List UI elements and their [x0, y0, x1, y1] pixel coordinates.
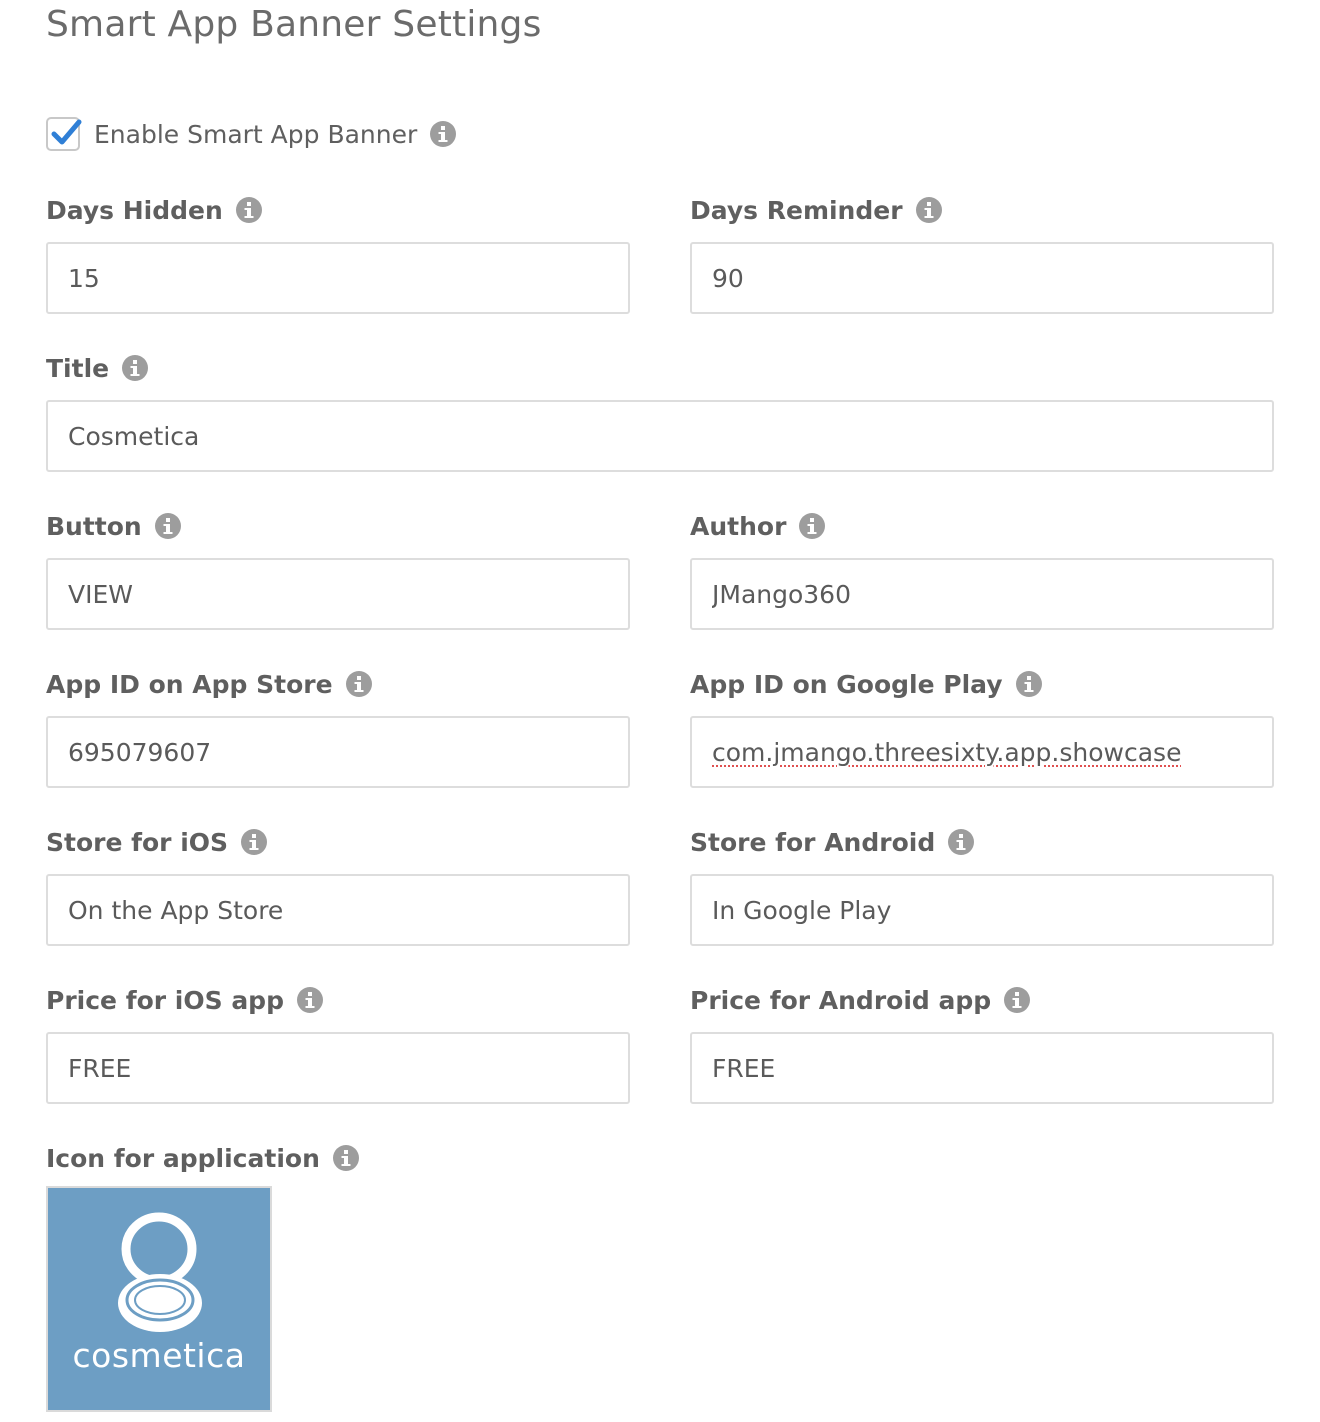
page-title: Smart App Banner Settings — [46, 4, 542, 45]
store-ios-field: Store for iOS — [46, 824, 630, 946]
store-android-field: Store for Android — [690, 824, 1274, 946]
app-id-google-play-field: App ID on Google Play com.jmango.threesi… — [690, 666, 1274, 788]
info-icon[interactable] — [799, 513, 826, 539]
app-id-google-play-label: App ID on Google Play — [690, 669, 1003, 699]
info-icon[interactable] — [332, 1145, 359, 1171]
title-input[interactable] — [46, 400, 1274, 472]
app-icon-field: Icon for application — [46, 1140, 359, 1176]
store-android-label: Store for Android — [690, 827, 936, 857]
title-label: Title — [46, 353, 110, 383]
title-field: Title — [46, 350, 1274, 472]
enable-smart-app-banner-checkbox[interactable] — [46, 117, 82, 151]
price-android-label: Price for Android app — [690, 985, 992, 1015]
button-label: Button — [46, 511, 142, 541]
app-id-app-store-field: App ID on App Store — [46, 666, 630, 788]
app-icon-brand-text: cosmetica — [72, 1336, 246, 1375]
days-reminder-label: Days Reminder — [690, 195, 903, 225]
enable-smart-app-banner-row: Enable Smart App Banner — [46, 116, 457, 152]
days-hidden-field: Days Hidden — [46, 192, 630, 314]
price-ios-input[interactable] — [46, 1032, 630, 1104]
info-icon[interactable] — [296, 987, 323, 1013]
price-ios-label: Price for iOS app — [46, 985, 284, 1015]
author-field: Author — [690, 508, 1274, 630]
compact-mirror-icon — [118, 1212, 202, 1332]
app-id-app-store-label: App ID on App Store — [46, 669, 333, 699]
days-hidden-input[interactable] — [46, 242, 630, 314]
info-icon[interactable] — [345, 671, 372, 697]
price-android-input[interactable] — [690, 1032, 1274, 1104]
info-icon[interactable] — [241, 829, 268, 855]
author-input[interactable] — [690, 558, 1274, 630]
button-field: Button — [46, 508, 630, 630]
button-input[interactable] — [46, 558, 630, 630]
app-id-google-play-input[interactable]: com.jmango.threesixty.app.showcase — [690, 716, 1274, 788]
info-icon[interactable] — [1015, 671, 1042, 697]
info-icon[interactable] — [948, 829, 975, 855]
check-icon — [51, 119, 82, 145]
store-android-input[interactable] — [690, 874, 1274, 946]
enable-smart-app-banner-label: Enable Smart App Banner — [94, 119, 418, 149]
app-id-app-store-input[interactable] — [46, 716, 630, 788]
info-icon[interactable] — [915, 197, 942, 223]
days-reminder-field: Days Reminder — [690, 192, 1274, 314]
days-hidden-label: Days Hidden — [46, 195, 223, 225]
info-icon[interactable] — [154, 513, 181, 539]
store-ios-label: Store for iOS — [46, 827, 229, 857]
price-android-field: Price for Android app — [690, 982, 1274, 1104]
days-reminder-input[interactable] — [690, 242, 1274, 314]
price-ios-field: Price for iOS app — [46, 982, 630, 1104]
info-icon[interactable] — [122, 355, 149, 381]
app-icon-image[interactable]: cosmetica — [46, 1186, 272, 1412]
info-icon[interactable] — [1004, 987, 1031, 1013]
app-id-google-play-value: com.jmango.threesixty.app.showcase — [712, 737, 1182, 767]
app-icon-label: Icon for application — [46, 1143, 320, 1173]
author-label: Author — [690, 511, 787, 541]
info-icon[interactable] — [430, 121, 457, 147]
smart-app-banner-settings-page: Smart App Banner Settings Enable Smart A… — [0, 0, 1320, 1422]
store-ios-input[interactable] — [46, 874, 630, 946]
info-icon[interactable] — [235, 197, 262, 223]
